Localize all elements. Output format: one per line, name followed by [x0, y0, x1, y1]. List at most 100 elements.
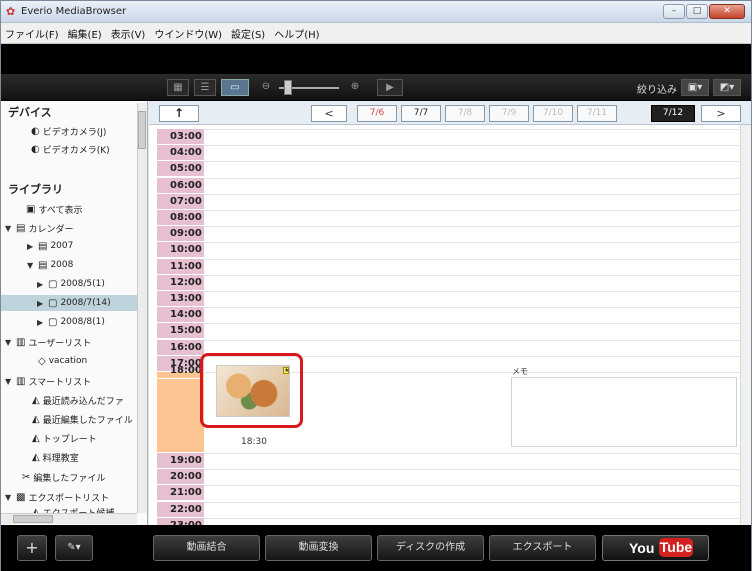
sidebar-item-user-list[interactable]: ▼ ▥ ユーザーリスト: [5, 334, 135, 350]
zoom-slider-handle[interactable]: [284, 80, 292, 95]
minimize-button[interactable]: –: [663, 4, 685, 19]
date-button-7-6[interactable]: 7/6: [357, 105, 397, 122]
zoom-out-icon[interactable]: ⊖: [257, 79, 275, 96]
date-button-7-10[interactable]: 7/10: [533, 105, 573, 122]
sidebar-item-top-rated[interactable]: ◭ トップレート: [21, 430, 137, 446]
sidebar-item-smart-list[interactable]: ▼ ▥ スマートリスト: [5, 373, 135, 389]
hour-label: 07:00: [157, 193, 204, 210]
sidebar-scrollbar-thumb[interactable]: [138, 111, 146, 149]
sort-dropdown-button[interactable]: ◩▾: [713, 79, 741, 96]
hour-label: 19:00: [157, 453, 204, 469]
close-button[interactable]: ✕: [709, 4, 745, 19]
sidebar-item-2008-8[interactable]: ▶ ▢ 2008/8(1): [37, 314, 135, 330]
up-level-button[interactable]: ↑: [159, 105, 199, 122]
slideshow-icon[interactable]: ▶: [377, 79, 403, 96]
expand-arrow-icon[interactable]: ▼: [5, 338, 13, 347]
memo-textarea[interactable]: [511, 377, 737, 447]
expand-arrow-icon[interactable]: ▼: [5, 224, 13, 233]
hour-label: 13:00: [157, 291, 204, 307]
sidebar-item-recently-imported[interactable]: ◭ 最近読み込んだファ: [21, 392, 137, 408]
youtube-logo-you: You: [629, 540, 655, 556]
sidebar-item-2008-5[interactable]: ▶ ▢ 2008/5(1): [37, 276, 135, 292]
hour-label: 04:00: [157, 145, 204, 162]
hour-label: 09:00: [157, 226, 204, 243]
expand-arrow-icon[interactable]: ▼: [27, 261, 35, 270]
expand-arrow-icon[interactable]: ▶: [37, 299, 45, 308]
convert-video-button[interactable]: 動画変換: [265, 535, 372, 561]
sidebar-item-device-k[interactable]: ◐ ビデオカメラ(K): [31, 141, 110, 157]
sidebar-item-edited-files[interactable]: ✂ 編集したファイル: [11, 469, 137, 485]
sidebar-item-show-all[interactable]: ▣ すべて表示: [15, 201, 135, 217]
view-toolbar: ▦ ☰ ▭ ⊖ ⊕ ▶ 絞り込み ▣▾ ◩▾: [1, 74, 751, 101]
hour-label: 06:00: [157, 177, 204, 194]
menu-edit[interactable]: 編集(E): [68, 26, 102, 41]
sidebar-item-cooking-class[interactable]: ◭ 料理教室: [21, 449, 137, 465]
sidebar-item-label: すべて表示: [38, 205, 83, 216]
sidebar-item-label: スマートリスト: [28, 377, 92, 388]
devices-header: デバイス: [8, 106, 52, 119]
menu-settings[interactable]: 設定(S): [231, 26, 265, 41]
calendar-icon: ▤: [16, 222, 26, 234]
hour-label: 11:00: [157, 258, 204, 275]
sidebar-item-2007[interactable]: ▶ ▤ 2007: [27, 238, 135, 254]
timeline-scrollbar[interactable]: [740, 125, 751, 525]
expand-arrow-icon[interactable]: ▶: [27, 242, 35, 251]
sidebar-item-2008[interactable]: ▼ ▤ 2008: [27, 257, 135, 273]
prev-date-button[interactable]: <: [311, 105, 347, 122]
sidebar-hscrollbar-thumb[interactable]: [13, 515, 53, 523]
sidebar-item-export-list[interactable]: ▼ ▩ エクスポートリスト: [5, 489, 135, 505]
hour-gridline: [204, 307, 740, 309]
app-logo-icon: ✿: [6, 5, 16, 18]
sidebar-item-device-j[interactable]: ◐ ビデオカメラ(J): [31, 123, 106, 139]
window-controls: – □ ✕: [663, 4, 745, 19]
sidebar-item-2008-7[interactable]: ▶ ▢ 2008/7(14): [1, 295, 137, 311]
hour-label: 22:00: [157, 501, 204, 518]
hour-gridline: [204, 339, 740, 341]
smart-item-icon: ◭: [32, 413, 40, 425]
sidebar-item-calendar[interactable]: ▼ ▤ カレンダー: [5, 220, 135, 236]
menu-window[interactable]: ウインドウ(W): [154, 26, 222, 41]
grid-view-icon[interactable]: ▦: [167, 79, 189, 96]
hour-label: 12:00: [157, 274, 204, 291]
hour-gridline: [204, 177, 740, 179]
sidebar-item-label: 2008/7(14): [60, 298, 111, 308]
maximize-button[interactable]: □: [686, 4, 708, 19]
tools-dropdown-button[interactable]: ✎▾: [55, 535, 93, 561]
hour-label: 10:00: [157, 242, 204, 259]
date-button-7-7[interactable]: 7/7: [401, 105, 441, 122]
hour-label: 05:00: [157, 161, 204, 178]
expand-arrow-icon[interactable]: ▼: [5, 493, 13, 502]
sidebar-vertical-scrollbar[interactable]: [137, 103, 147, 513]
menu-file[interactable]: ファイル(F): [5, 26, 59, 41]
list-view-icon[interactable]: ☰: [194, 79, 216, 96]
smart-item-icon: ◭: [32, 451, 40, 463]
hour-gridline: [204, 226, 740, 228]
zoom-in-icon[interactable]: ⊕: [343, 79, 367, 96]
filter-dropdown-button[interactable]: ▣▾: [681, 79, 709, 96]
sidebar-item-recently-edited[interactable]: ◭ 最近編集したファイル: [21, 411, 137, 427]
filter-label[interactable]: 絞り込み: [637, 81, 677, 96]
expand-arrow-icon[interactable]: ▼: [5, 377, 13, 386]
rating-badge-icon: ★: [283, 367, 290, 374]
date-button-7-8[interactable]: 7/8: [445, 105, 485, 122]
add-button[interactable]: +: [17, 535, 47, 561]
date-button-7-11[interactable]: 7/11: [577, 105, 617, 122]
menu-view[interactable]: 表示(V): [111, 26, 146, 41]
expand-arrow-icon[interactable]: ▶: [37, 280, 45, 289]
memo-label: メモ: [512, 367, 528, 376]
expand-arrow-icon[interactable]: ▶: [37, 318, 45, 327]
date-button-7-9[interactable]: 7/9: [489, 105, 529, 122]
header-band: [1, 44, 751, 74]
create-disc-button[interactable]: ディスクの作成: [377, 535, 484, 561]
date-button-7-12[interactable]: 7/12: [651, 105, 695, 122]
sidebar-item-vacation[interactable]: ◇ vacation: [27, 353, 135, 369]
youtube-logo-tube: Tube: [659, 538, 693, 557]
next-date-button[interactable]: >: [701, 105, 741, 122]
calendar-view-icon[interactable]: ▭: [221, 79, 249, 96]
video-thumbnail[interactable]: [216, 365, 290, 417]
menu-help[interactable]: ヘルプ(H): [274, 26, 319, 41]
hour-gridline: [204, 274, 740, 276]
day-timeline[interactable]: 03:00 04:00 05:00 06:00 07:00 08:00 09:00 10:00…: [149, 125, 751, 535]
export-button[interactable]: エクスポート: [489, 535, 596, 561]
merge-video-button[interactable]: 動画結合: [153, 535, 260, 561]
